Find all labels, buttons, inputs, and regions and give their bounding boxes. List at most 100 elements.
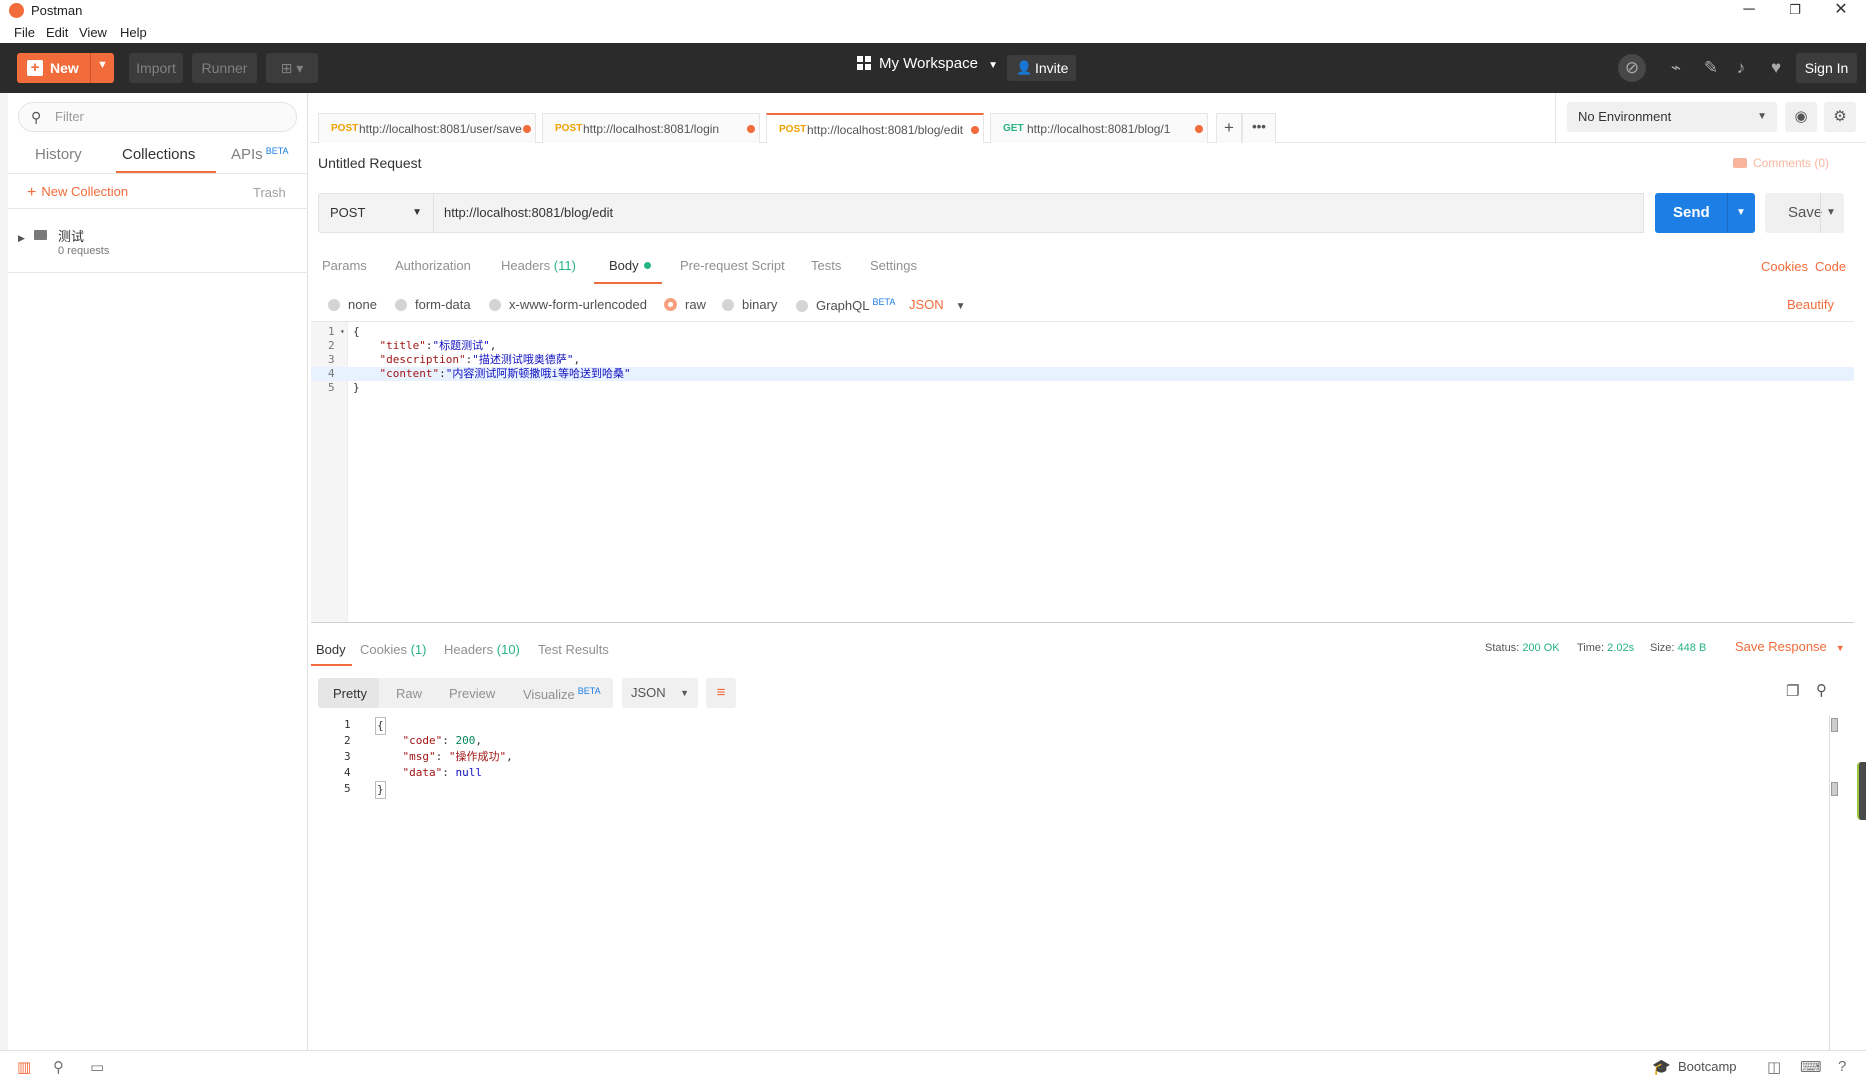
- invite-button[interactable]: 👤 Invite: [1007, 55, 1076, 81]
- line-number: 2: [344, 734, 351, 747]
- tab-tests[interactable]: Tests: [811, 258, 841, 273]
- tab-collections[interactable]: Collections: [122, 146, 195, 163]
- radio-label: binary: [742, 297, 778, 312]
- new-collection-button[interactable]: + New Collection: [27, 184, 128, 202]
- search-icon[interactable]: ⚲: [1816, 681, 1827, 699]
- json-value: 200: [455, 734, 476, 747]
- import-button[interactable]: Import: [129, 53, 183, 83]
- tab-headers[interactable]: Headers (11): [501, 258, 576, 273]
- gear-icon[interactable]: ⚙: [1824, 102, 1856, 132]
- bootcamp-link[interactable]: Bootcamp: [1678, 1059, 1737, 1074]
- close-button[interactable]: ✕: [1818, 0, 1864, 22]
- url-input[interactable]: http://localhost:8081/blog/edit: [434, 193, 1644, 233]
- caret-down-icon[interactable]: ▼: [1826, 193, 1836, 233]
- expand-arrow-icon[interactable]: ▶: [18, 233, 25, 244]
- keyboard-icon[interactable]: ⌨: [1800, 1058, 1822, 1076]
- view-visualize[interactable]: Visualize BETA: [523, 686, 601, 702]
- tab-authorization[interactable]: Authorization: [395, 258, 471, 273]
- interceptor-icon[interactable]: ✎: [1700, 57, 1722, 79]
- request-tab[interactable]: POST http://localhost:8081/login: [542, 113, 760, 143]
- radio-binary[interactable]: binary: [722, 297, 777, 312]
- notification-bell-icon[interactable]: ♪: [1730, 57, 1752, 79]
- sidebar-toggle-icon[interactable]: ▥: [17, 1058, 31, 1076]
- save-button[interactable]: Save ▼: [1765, 193, 1844, 233]
- tab-settings[interactable]: Settings: [870, 258, 917, 273]
- fold-icon[interactable]: ▾: [340, 325, 345, 339]
- menu-file[interactable]: File: [14, 25, 35, 40]
- scrollbar-thumb[interactable]: [1831, 718, 1838, 732]
- find-icon[interactable]: ⚲: [53, 1058, 64, 1076]
- radio-none[interactable]: none: [328, 297, 377, 312]
- tab-history[interactable]: History: [35, 146, 82, 163]
- line-number: 3: [328, 353, 335, 366]
- radio-form-data[interactable]: form-data: [395, 297, 471, 312]
- restore-button[interactable]: ❐: [1772, 0, 1818, 22]
- caret-down-icon[interactable]: ▼: [1736, 193, 1746, 233]
- environment-label: No Environment: [1578, 109, 1672, 124]
- tab-params[interactable]: Params: [322, 258, 367, 273]
- eye-icon[interactable]: ◉: [1785, 102, 1817, 132]
- more-tabs-icon[interactable]: •••: [1242, 113, 1276, 143]
- add-tab-icon[interactable]: +: [1216, 113, 1242, 143]
- response-tab-cookies[interactable]: Cookies (1): [360, 642, 426, 657]
- bootcamp-icon[interactable]: 🎓: [1652, 1058, 1671, 1076]
- tab-apis-label: APIs: [231, 146, 263, 163]
- code-link[interactable]: Code: [1815, 259, 1846, 274]
- request-tab[interactable]: POST http://localhost:8081/user/save: [318, 113, 536, 143]
- copy-icon[interactable]: ❐: [1786, 682, 1799, 700]
- two-pane-icon[interactable]: ◫: [1767, 1058, 1781, 1076]
- body-format-select[interactable]: JSON ▼: [909, 297, 966, 312]
- response-tab-headers-label: Headers: [444, 642, 494, 657]
- menu-help[interactable]: Help: [120, 25, 147, 40]
- radio-urlencoded[interactable]: x-www-form-urlencoded: [489, 297, 647, 312]
- method-select[interactable]: POST ▼: [318, 193, 434, 233]
- response-tab-body[interactable]: Body: [316, 642, 346, 657]
- tab-method: GET: [1003, 123, 1024, 134]
- json-key: "description": [379, 353, 466, 366]
- sign-in-button[interactable]: Sign In: [1796, 53, 1857, 83]
- response-format-select[interactable]: JSON ▼: [622, 678, 698, 708]
- environment-selector[interactable]: No Environment ▼: [1567, 102, 1777, 132]
- tab-body[interactable]: Body: [609, 258, 651, 273]
- new-window-button[interactable]: ⊞ ▾: [266, 53, 318, 83]
- radio-raw[interactable]: raw: [664, 297, 706, 312]
- chevron-down-icon: ▼: [412, 207, 422, 218]
- filter-input[interactable]: [55, 109, 275, 124]
- request-tab-active[interactable]: POST http://localhost:8081/blog/edit: [766, 113, 984, 143]
- tab-apis[interactable]: APIs BETA: [231, 146, 289, 163]
- caret-down-icon[interactable]: ▼: [97, 59, 108, 71]
- view-pretty[interactable]: Pretty: [333, 686, 367, 701]
- heart-icon[interactable]: ♥: [1765, 57, 1787, 79]
- send-button[interactable]: Send ▼: [1655, 193, 1755, 233]
- workspace-selector[interactable]: My Workspace ▼: [857, 55, 998, 72]
- radio-graphql[interactable]: GraphQL BETA: [796, 297, 895, 313]
- response-tab-headers[interactable]: Headers (10): [444, 642, 520, 657]
- comments-button[interactable]: Comments (0): [1733, 156, 1829, 170]
- minimize-button[interactable]: ─: [1726, 0, 1772, 22]
- menu-view[interactable]: View: [79, 25, 107, 40]
- view-raw[interactable]: Raw: [396, 686, 422, 701]
- console-icon[interactable]: ▭: [90, 1058, 104, 1076]
- beautify-link[interactable]: Beautify: [1787, 297, 1834, 312]
- code-line: 3 "description":"描述测试哦奥德萨",: [311, 353, 1854, 367]
- request-tab[interactable]: GET http://localhost:8081/blog/1: [990, 113, 1208, 143]
- view-preview[interactable]: Preview: [449, 686, 495, 701]
- body-editor[interactable]: 1 ▾ { 2 "title":"标题测试", 3 "description":…: [311, 321, 1854, 623]
- satellite-icon[interactable]: ⌁: [1665, 57, 1687, 79]
- code-text: "title":"标题测试",: [379, 339, 497, 352]
- tab-prerequest-script[interactable]: Pre-request Script: [680, 258, 785, 273]
- help-icon[interactable]: ?: [1838, 1058, 1846, 1075]
- wrap-icon[interactable]: ≡: [706, 678, 736, 708]
- menu-edit[interactable]: Edit: [46, 25, 68, 40]
- cookies-link[interactable]: Cookies: [1761, 259, 1808, 274]
- side-panel-handle[interactable]: [1857, 762, 1866, 820]
- sync-off-icon[interactable]: ⊘: [1618, 54, 1646, 82]
- new-button[interactable]: + New ▼: [17, 53, 114, 83]
- runner-button[interactable]: Runner: [192, 53, 257, 83]
- response-tab-test-results[interactable]: Test Results: [538, 642, 609, 657]
- tab-method: POST: [555, 123, 583, 134]
- save-response-button[interactable]: Save Response ▼: [1735, 639, 1845, 654]
- response-scrollbar[interactable]: [1829, 716, 1838, 1050]
- filter-field[interactable]: ⚲: [18, 102, 297, 132]
- trash-link[interactable]: Trash: [253, 185, 286, 200]
